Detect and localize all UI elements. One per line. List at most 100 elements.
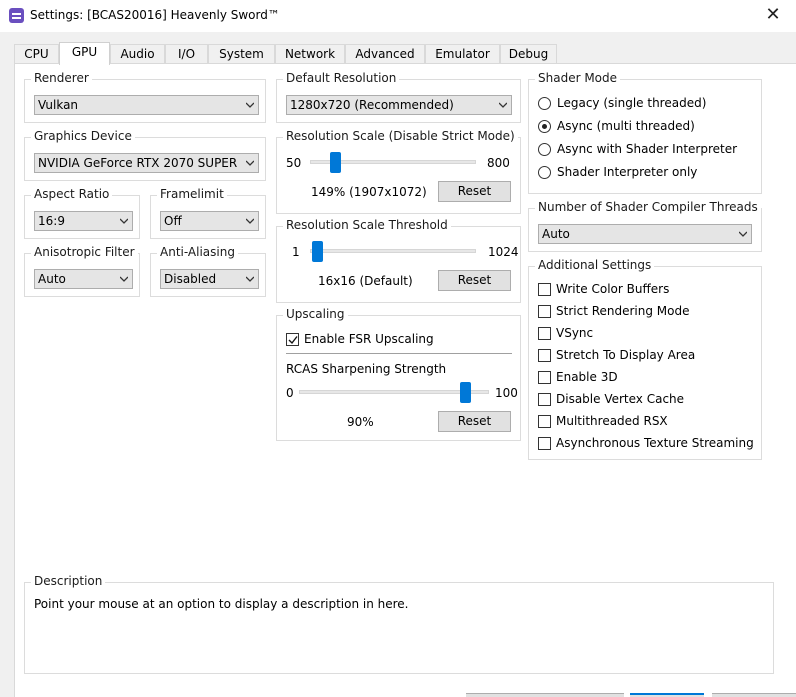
compiler-threads-value: Auto (542, 227, 570, 241)
chevron-down-icon (120, 276, 128, 282)
multithreaded-rsx-checkbox[interactable] (538, 415, 551, 428)
checkbox-label: Strict Rendering Mode (556, 304, 690, 318)
window-title: Settings: [BCAS20016] Heavenly Sword™ (30, 8, 280, 22)
tab-label: Advanced (355, 47, 415, 61)
chevron-down-icon (246, 218, 254, 224)
anti-aliasing-value: Disabled (164, 272, 217, 286)
reset-label: Reset (457, 273, 492, 287)
checkmark-icon (288, 336, 298, 345)
tab-emulator[interactable]: Emulator (425, 44, 500, 64)
framelimit-title: Framelimit (157, 187, 227, 201)
graphics-device-value: NVIDIA GeForce RTX 2070 SUPER (38, 156, 238, 170)
resolution-scale-reset-button[interactable]: Reset (438, 181, 511, 202)
stretch-to-display-area-checkbox[interactable] (538, 349, 551, 362)
radio-shader-interpreter-only[interactable] (538, 166, 551, 179)
resolution-threshold-track[interactable] (310, 249, 476, 253)
radio-label: Legacy (single threaded) (557, 96, 707, 110)
dialog-default-button[interactable] (630, 693, 704, 697)
tab-audio[interactable]: Audio (110, 44, 165, 64)
graphics-device-dropdown[interactable]: NVIDIA GeForce RTX 2070 SUPER (34, 153, 259, 173)
tab-label: Debug (508, 47, 549, 61)
rcas-max: 100 (495, 386, 518, 400)
tab-gpu[interactable]: GPU (59, 42, 110, 65)
dialog-button[interactable] (712, 693, 796, 697)
tab-system[interactable]: System (208, 44, 275, 64)
reset-label: Reset (457, 414, 492, 428)
chevron-down-icon (499, 102, 507, 108)
checkbox-label: Write Color Buffers (556, 282, 670, 296)
anisotropic-filter-dropdown[interactable]: Auto (34, 269, 133, 289)
checkbox-label: Stretch To Display Area (556, 348, 696, 362)
anti-aliasing-title: Anti-Aliasing (157, 245, 238, 259)
resolution-threshold-group: Resolution Scale Threshold 1 1024 16x16 … (276, 218, 521, 303)
default-resolution-value: 1280x720 (Recommended) (290, 98, 454, 112)
dialog-button[interactable] (466, 693, 624, 697)
aspect-ratio-dropdown[interactable]: 16:9 (34, 211, 133, 231)
chevron-down-icon (739, 231, 747, 237)
additional-settings-title: Additional Settings (535, 258, 655, 272)
gpu-settings-panel: Renderer Vulkan Graphics Device NVIDIA G… (14, 63, 796, 697)
resolution-scale-slider-handle[interactable] (330, 152, 342, 173)
resolution-threshold-reset-button[interactable]: Reset (438, 270, 511, 291)
tab-advanced[interactable]: Advanced (345, 44, 425, 64)
anisotropic-filter-title: Anisotropic Filter (31, 245, 138, 259)
description-text: Point your mouse at an option to display… (34, 597, 409, 611)
radio-label: Async (multi threaded) (557, 119, 695, 133)
anti-aliasing-dropdown[interactable]: Disabled (160, 269, 259, 289)
tab-cpu[interactable]: CPU (14, 44, 59, 64)
tab-network[interactable]: Network (275, 44, 345, 64)
chevron-down-icon (246, 276, 254, 282)
tab-label: Network (284, 47, 336, 61)
radio-legacy-single-threaded[interactable] (538, 97, 551, 110)
rcas-reset-button[interactable]: Reset (438, 411, 511, 432)
chevron-down-icon (246, 160, 254, 166)
description-group: Description Point your mouse at an optio… (24, 574, 774, 674)
upscaling-title: Upscaling (283, 307, 348, 321)
reset-label: Reset (457, 184, 492, 198)
aspect-ratio-group: Aspect Ratio 16:9 (24, 187, 140, 239)
rcas-slider-handle[interactable] (460, 382, 472, 403)
resolution-threshold-title: Resolution Scale Threshold (283, 218, 451, 232)
vsync-checkbox[interactable] (538, 327, 551, 340)
enable-fsr-checkbox[interactable] (286, 333, 299, 346)
default-resolution-title: Default Resolution (283, 71, 400, 85)
framelimit-dropdown[interactable]: Off (160, 211, 259, 231)
renderer-value: Vulkan (38, 98, 79, 112)
resolution-scale-max: 800 (487, 156, 510, 170)
shader-mode-group: Shader Mode Legacy (single threaded) Asy… (528, 71, 762, 194)
checkbox-label: VSync (556, 326, 594, 340)
strict-rendering-mode-checkbox[interactable] (538, 305, 551, 318)
tab-label: Audio (120, 47, 155, 61)
framelimit-group: Framelimit Off (150, 187, 266, 239)
tab-io[interactable]: I/O (165, 44, 208, 64)
resolution-threshold-slider-handle[interactable] (312, 241, 324, 262)
tab-debug[interactable]: Debug (500, 44, 557, 64)
async-texture-streaming-checkbox[interactable] (538, 437, 551, 450)
renderer-group: Renderer Vulkan (24, 71, 266, 123)
rcas-strength-label: RCAS Sharpening Strength (286, 362, 447, 376)
radio-async-multi-threaded[interactable] (538, 120, 551, 133)
write-color-buffers-checkbox[interactable] (538, 283, 551, 296)
anisotropic-filter-group: Anisotropic Filter Auto (24, 245, 140, 297)
default-resolution-group: Default Resolution 1280x720 (Recommended… (276, 71, 521, 123)
rcas-readout: 90% (347, 415, 374, 429)
resolution-threshold-min: 1 (292, 245, 300, 259)
resolution-threshold-readout: 16x16 (Default) (318, 274, 413, 288)
radio-async-shader-interpreter[interactable] (538, 143, 551, 156)
compiler-threads-title: Number of Shader Compiler Threads (535, 200, 761, 214)
checkbox-label: Disable Vertex Cache (556, 392, 685, 406)
close-icon: ✕ (765, 4, 781, 25)
close-button[interactable]: ✕ (750, 0, 796, 32)
description-title: Description (31, 574, 106, 588)
chevron-down-icon (246, 102, 254, 108)
default-resolution-dropdown[interactable]: 1280x720 (Recommended) (286, 95, 512, 115)
renderer-dropdown[interactable]: Vulkan (34, 95, 259, 115)
tab-label: Emulator (435, 47, 490, 61)
title-bar: Settings: [BCAS20016] Heavenly Sword™ ✕ (0, 0, 796, 32)
disable-vertex-cache-checkbox[interactable] (538, 393, 551, 406)
enable-3d-checkbox[interactable] (538, 371, 551, 384)
tab-label: System (219, 47, 264, 61)
divider (286, 353, 512, 354)
compiler-threads-dropdown[interactable]: Auto (538, 224, 752, 244)
tab-label: CPU (24, 47, 49, 61)
